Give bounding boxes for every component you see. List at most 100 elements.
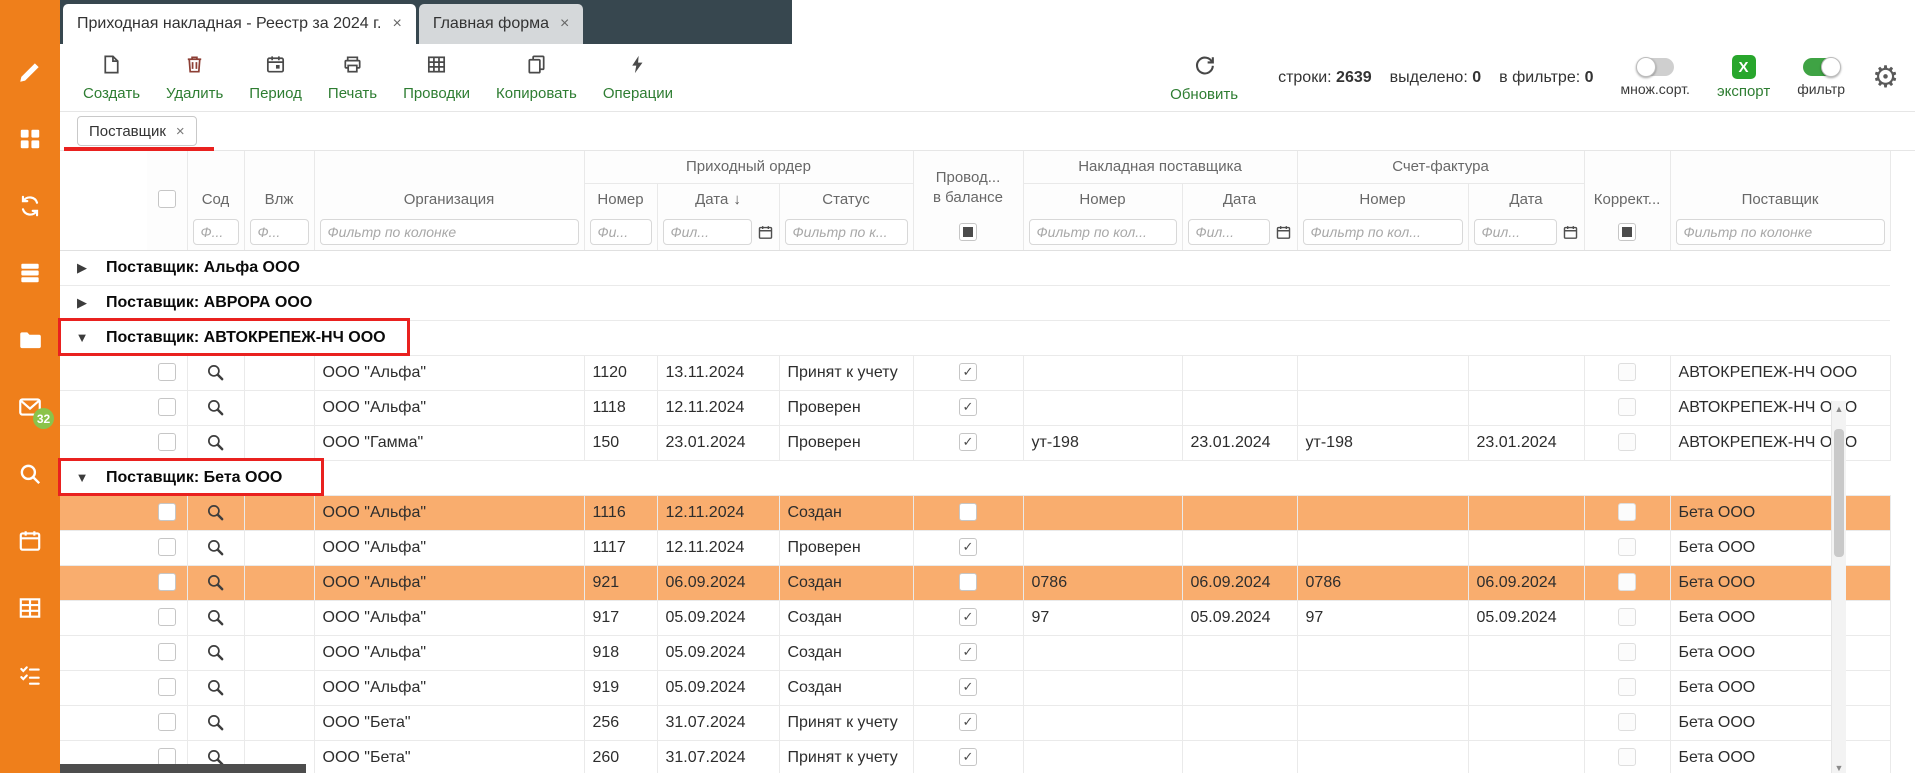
invoice-row[interactable]: ООО "Бета"25631.07.2024Принят к учету✓Бе… xyxy=(60,705,1890,740)
col-header-supplier-invoice-number[interactable]: Номер xyxy=(1023,183,1182,215)
posted-cell[interactable] xyxy=(913,565,1023,600)
filter-order-date-input[interactable] xyxy=(663,219,752,245)
col-header-supplier[interactable]: Поставщик xyxy=(1670,151,1890,215)
row-checkbox[interactable] xyxy=(158,538,176,556)
posted-cell[interactable]: ✓ xyxy=(913,530,1023,565)
correction-cell[interactable] xyxy=(1584,740,1670,773)
filter-supplier-input[interactable] xyxy=(1676,219,1885,245)
scroll-down-icon[interactable]: ▼ xyxy=(1832,760,1846,773)
scroll-up-icon[interactable]: ▲ xyxy=(1832,401,1846,417)
calendar-icon[interactable] xyxy=(16,527,44,555)
correction-cell[interactable] xyxy=(1584,565,1670,600)
edit-pencil-icon[interactable] xyxy=(16,58,44,86)
col-header-vlzh[interactable]: Влж xyxy=(244,151,314,215)
correction-filter-checkbox[interactable] xyxy=(1618,223,1636,241)
operations-button[interactable]: Операции xyxy=(590,44,686,111)
magnifier-icon[interactable] xyxy=(206,713,225,732)
filter-control[interactable]: фильтр xyxy=(1797,58,1845,97)
filter-tax-invoice-number-input[interactable] xyxy=(1303,219,1463,245)
open-record-cell[interactable] xyxy=(187,495,244,530)
correction-cell[interactable] xyxy=(1584,425,1670,460)
tab-close-icon[interactable]: × xyxy=(392,15,401,33)
sort-desc-icon[interactable]: ↓ xyxy=(733,191,741,208)
tab-registry[interactable]: Приходная накладная - Реестр за 2024 г. … xyxy=(63,4,416,44)
open-record-cell[interactable] xyxy=(187,390,244,425)
row-checkbox[interactable] xyxy=(158,643,176,661)
group-row[interactable]: ▶Поставщик: Альфа ООО xyxy=(60,250,1890,285)
delete-button[interactable]: Удалить xyxy=(153,44,236,111)
posted-checkbox[interactable]: ✓ xyxy=(959,398,977,416)
row-select-cell[interactable] xyxy=(147,705,187,740)
multisort-control[interactable]: множ.сорт. xyxy=(1621,58,1690,97)
open-record-cell[interactable] xyxy=(187,565,244,600)
multisort-toggle[interactable] xyxy=(1637,58,1674,76)
folder-icon[interactable] xyxy=(16,326,44,354)
row-checkbox[interactable] xyxy=(158,678,176,696)
row-select-cell[interactable] xyxy=(147,390,187,425)
print-button[interactable]: Печать xyxy=(315,44,390,111)
documents-stack-icon[interactable] xyxy=(16,259,44,287)
open-record-cell[interactable] xyxy=(187,530,244,565)
invoice-row[interactable]: ООО "Бета"26031.07.2024Принят к учету✓Бе… xyxy=(60,740,1890,773)
row-select-cell[interactable] xyxy=(147,600,187,635)
row-select-cell[interactable] xyxy=(147,425,187,460)
tab-main-form[interactable]: Главная форма × xyxy=(419,4,584,44)
correction-checkbox[interactable] xyxy=(1618,643,1636,661)
correction-checkbox[interactable] xyxy=(1618,363,1636,381)
posted-cell[interactable]: ✓ xyxy=(913,390,1023,425)
copy-button[interactable]: Копировать xyxy=(483,44,590,111)
open-record-cell[interactable] xyxy=(187,635,244,670)
open-record-cell[interactable] xyxy=(187,670,244,705)
posted-cell[interactable]: ✓ xyxy=(913,425,1023,460)
correction-cell[interactable] xyxy=(1584,670,1670,705)
spreadsheet-icon[interactable] xyxy=(16,594,44,622)
row-checkbox[interactable] xyxy=(158,713,176,731)
magnifier-icon[interactable] xyxy=(206,433,225,452)
filter-supplier-invoice-date-input[interactable] xyxy=(1188,219,1270,245)
magnifier-icon[interactable] xyxy=(206,608,225,627)
chip-close-icon[interactable]: × xyxy=(176,123,185,140)
calendar-picker-icon[interactable] xyxy=(1562,224,1579,241)
posted-filter-checkbox[interactable] xyxy=(959,223,977,241)
posted-checkbox[interactable] xyxy=(959,503,977,521)
grouping-chip-supplier[interactable]: Поставщик × xyxy=(77,116,197,146)
magnifier-icon[interactable] xyxy=(206,643,225,662)
posted-cell[interactable]: ✓ xyxy=(913,670,1023,705)
correction-checkbox[interactable] xyxy=(1618,713,1636,731)
invoice-row[interactable]: ООО "Альфа"91805.09.2024Создан✓Бета ООО xyxy=(60,635,1890,670)
posted-checkbox[interactable]: ✓ xyxy=(959,643,977,661)
select-all-checkbox[interactable] xyxy=(158,190,176,208)
correction-checkbox[interactable] xyxy=(1618,748,1636,766)
row-checkbox[interactable] xyxy=(158,433,176,451)
row-select-cell[interactable] xyxy=(147,565,187,600)
col-header-organization[interactable]: Организация xyxy=(314,151,584,215)
invoice-row[interactable]: ООО "Альфа"111612.11.2024СозданБета ООО xyxy=(60,495,1890,530)
correction-checkbox[interactable] xyxy=(1618,433,1636,451)
invoice-row[interactable]: ООО "Альфа"111812.11.2024Проверен✓АВТОКР… xyxy=(60,390,1890,425)
filter-tax-invoice-date-input[interactable] xyxy=(1474,219,1557,245)
filter-toggle[interactable] xyxy=(1803,58,1840,76)
calendar-picker-icon[interactable] xyxy=(757,224,774,241)
create-button[interactable]: Создать xyxy=(70,44,153,111)
period-button[interactable]: Период xyxy=(236,44,315,111)
row-select-cell[interactable] xyxy=(147,495,187,530)
group-expand-icon[interactable]: ▶ xyxy=(60,285,104,320)
sync-icon[interactable] xyxy=(16,192,44,220)
posted-cell[interactable]: ✓ xyxy=(913,705,1023,740)
filter-order-number-input[interactable] xyxy=(590,219,652,245)
invoice-row[interactable]: ООО "Альфа"112013.11.2024Принят к учету✓… xyxy=(60,355,1890,390)
postings-button[interactable]: Проводки xyxy=(390,44,483,111)
row-checkbox[interactable] xyxy=(158,573,176,591)
posted-cell[interactable] xyxy=(913,495,1023,530)
correction-cell[interactable] xyxy=(1584,600,1670,635)
tab-close-icon[interactable]: × xyxy=(560,15,569,33)
filter-organization-input[interactable] xyxy=(320,219,579,245)
magnifier-icon[interactable] xyxy=(206,678,225,697)
posted-checkbox[interactable]: ✓ xyxy=(959,713,977,731)
invoice-row[interactable]: ООО "Гамма"15023.01.2024Проверен✓ут-1982… xyxy=(60,425,1890,460)
magnifier-icon[interactable] xyxy=(206,573,225,592)
magnifier-icon[interactable] xyxy=(206,398,225,417)
correction-checkbox[interactable] xyxy=(1618,538,1636,556)
open-record-cell[interactable] xyxy=(187,705,244,740)
col-header-correction[interactable]: Коррект... xyxy=(1584,151,1670,215)
